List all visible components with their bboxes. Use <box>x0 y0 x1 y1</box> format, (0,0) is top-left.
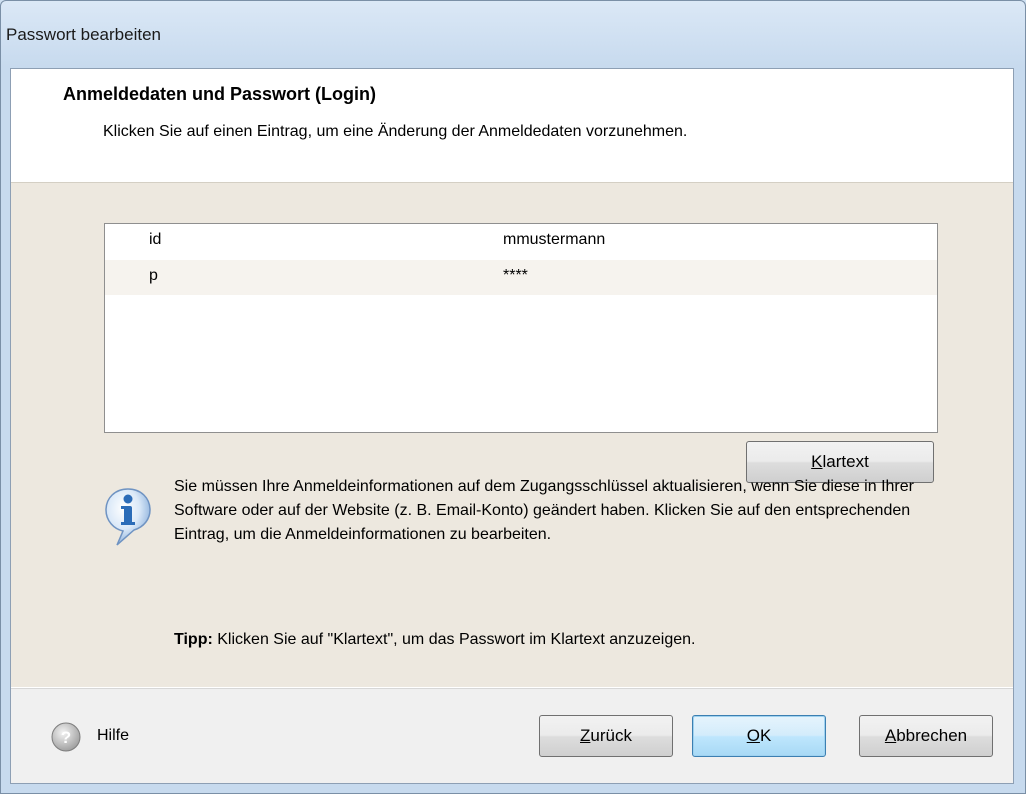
plaintext-accesskey: K <box>811 452 823 471</box>
ok-button[interactable]: OK <box>692 715 826 757</box>
title-bar[interactable]: Passwort bearbeiten <box>0 0 1026 68</box>
dialog-header: Anmeldedaten und Passwort (Login) Klicke… <box>11 69 1013 183</box>
list-item-value: **** <box>503 267 528 284</box>
cancel-button[interactable]: Abbrechen <box>859 715 993 757</box>
header-title: Anmeldedaten und Passwort (Login) <box>63 84 377 104</box>
back-accesskey: Z <box>580 726 591 745</box>
list-item[interactable]: id mmustermann <box>105 224 937 259</box>
help-question-icon[interactable]: ? <box>51 722 81 752</box>
dialog-content: id mmustermann p **** Klartext Sie müsse… <box>11 183 1013 687</box>
info-text: Sie müssen Ihre Anmeldeinformationen auf… <box>174 478 914 543</box>
help-link[interactable]: Hilfe <box>97 727 129 745</box>
list-item-field: p <box>149 267 158 284</box>
list-item-value: mmustermann <box>503 231 606 248</box>
list-item-field: id <box>149 231 162 248</box>
tip-body: Klicken Sie auf "Klartext", um das Passw… <box>212 631 696 648</box>
dialog-client-area: Anmeldedaten und Passwort (Login) Klicke… <box>10 68 1014 784</box>
tip-label: Tipp: <box>174 631 213 648</box>
list-item[interactable]: p **** <box>105 260 937 295</box>
window-title: Passwort bearbeiten <box>6 25 161 44</box>
svg-text:?: ? <box>61 728 71 747</box>
dialog-window: Passwort bearbeiten Anmeldedaten und Pas… <box>0 0 1026 794</box>
cancel-label: bbrechen <box>896 726 968 745</box>
dialog-footer: ? Hilfe Zurück OK Abbrechen <box>11 688 1013 783</box>
back-button[interactable]: Zurück <box>539 715 673 757</box>
ok-accesskey: O <box>746 726 760 745</box>
header-description: Klicken Sie auf einen Eintrag, um eine Ä… <box>103 123 688 140</box>
plaintext-label: lartext <box>822 452 869 471</box>
cancel-accesskey: A <box>884 726 897 745</box>
credentials-list[interactable]: id mmustermann p **** <box>104 223 938 433</box>
tip-text: Tipp: Klicken Sie auf "Klartext", um das… <box>174 631 974 649</box>
ok-label: K <box>759 726 772 745</box>
info-icon <box>105 488 151 546</box>
back-label: urück <box>590 726 632 745</box>
